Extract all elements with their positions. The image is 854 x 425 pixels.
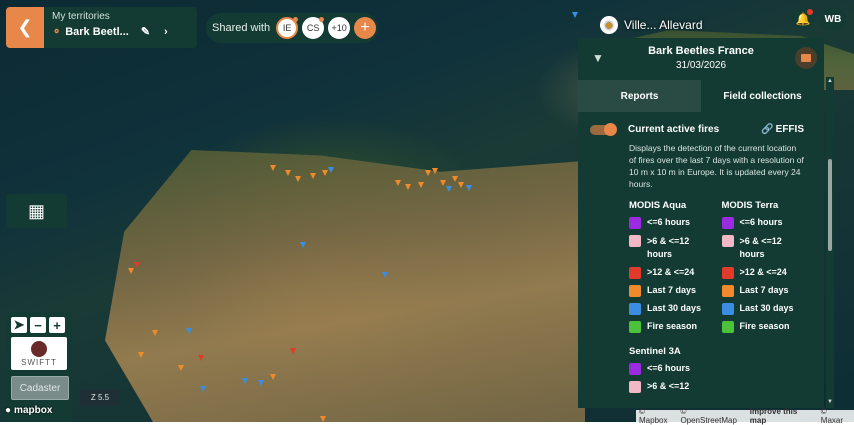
legend-item: Last 30 days xyxy=(721,303,815,315)
legend-item: Last 30 days xyxy=(629,303,722,315)
layers-icon: ▦ xyxy=(27,200,45,221)
legend-item: Fire season xyxy=(629,321,722,333)
legend-item: Last 7 days xyxy=(629,285,722,297)
user-menu[interactable]: WB xyxy=(820,7,846,31)
minimize-icon xyxy=(801,54,811,62)
place-pin-icon: ◆ xyxy=(600,16,618,34)
add-user-button[interactable]: + xyxy=(354,17,377,39)
collapse-panel-button[interactable] xyxy=(795,47,817,69)
legend-item: <=6 hours xyxy=(629,217,722,229)
layer-description: Displays the detection of the current lo… xyxy=(629,143,804,189)
panel-date: 31/03/2026 xyxy=(675,60,727,71)
zoom-level: Z 5.5 xyxy=(80,389,120,406)
territory-selector[interactable]: ❮ My territories ⚬ Bark Beetl... ✎ › xyxy=(6,7,197,48)
tab-field-collections[interactable]: Field collections xyxy=(701,80,824,112)
share-icon: ⚬ xyxy=(52,26,62,38)
legend-modis-terra: MODIS Terra <=6 hours >6 & <=12 hours >1… xyxy=(721,200,815,339)
tab-reports[interactable]: Reports xyxy=(578,80,701,112)
legend-item: <=6 hours xyxy=(721,217,815,229)
mapbox-icon: ● xyxy=(5,405,12,416)
legend-title: MODIS Aqua xyxy=(629,200,687,211)
maxar-attrib-link[interactable]: © Maxar xyxy=(821,407,851,425)
back-button[interactable]: ❮ xyxy=(6,7,44,48)
chevron-right-icon[interactable]: › xyxy=(164,26,168,38)
user-avatar-ie[interactable]: IE xyxy=(276,17,299,39)
scroll-thumb[interactable] xyxy=(828,159,832,251)
user-avatar-cs[interactable]: CS xyxy=(302,17,325,39)
legend-title: Sentinel 3A xyxy=(629,346,681,357)
layer-row-active-fires: Current active fires 🔗 EFFIS xyxy=(590,122,814,136)
swiftt-logo-icon xyxy=(31,340,47,357)
legend-item: >6 & <=12 hours xyxy=(721,235,815,261)
legend-item: >6 & <=12 hours xyxy=(629,235,722,261)
link-icon: 🔗 xyxy=(761,124,774,135)
filter-icon[interactable]: ▼ xyxy=(592,51,604,65)
territory-name-row: ⚬ Bark Beetl... ✎ › xyxy=(52,25,189,39)
notification-button[interactable]: 🔔 xyxy=(792,8,814,30)
scroll-down-icon[interactable]: ▼ xyxy=(827,399,833,405)
scroll-up-icon[interactable]: ▲ xyxy=(827,78,833,84)
swiftt-label: SWIFTT xyxy=(21,357,57,367)
legend-item: >6 & <=12 xyxy=(629,381,814,393)
layer-toggle[interactable] xyxy=(590,122,617,136)
layer-switcher-button[interactable]: ▦ xyxy=(6,194,67,228)
edit-icon[interactable]: ✎ xyxy=(141,25,150,38)
legend-item: >12 & <=24 xyxy=(721,267,815,279)
map-place-label[interactable]: ◆ Ville... Allevard xyxy=(600,16,703,34)
notification-dot xyxy=(807,9,813,15)
shared-with-label: Shared with xyxy=(212,22,271,34)
compass-button[interactable]: ➤ xyxy=(11,317,27,333)
improve-map-link[interactable]: Improve this map xyxy=(750,407,816,425)
mapbox-attrib-link[interactable]: © Mapbox xyxy=(639,407,675,425)
territory-label: My territories xyxy=(52,11,110,22)
panel-content: Current active fires 🔗 EFFIS Displays th… xyxy=(578,112,824,393)
panel-tabs: Reports Field collections xyxy=(578,80,824,112)
legend-item: Fire season xyxy=(721,321,815,333)
panel-scrollbar[interactable]: ▲ ▼ xyxy=(826,77,834,408)
layer-name: Current active fires xyxy=(628,124,720,135)
zoom-out-button[interactable]: − xyxy=(30,317,46,333)
place-name: Ville... Allevard xyxy=(624,18,703,32)
land-area xyxy=(105,150,585,422)
map-attribution: © Mapbox © OpenStreetMap Improve this ma… xyxy=(636,407,854,425)
osm-attrib-link[interactable]: © OpenStreetMap xyxy=(680,407,744,425)
swiftt-logo[interactable]: SWIFTT xyxy=(11,337,67,370)
legend-grid: MODIS Aqua <=6 hours >6 & <=12 hours >12… xyxy=(629,200,814,339)
zoom-in-button[interactable]: + xyxy=(49,317,65,333)
panel-title: Bark Beetles France xyxy=(648,45,754,57)
mapbox-logo[interactable]: ● mapbox xyxy=(5,405,52,416)
cadastre-button[interactable]: Cadaster xyxy=(11,376,69,400)
shared-with-bar: Shared with IE CS +10 + xyxy=(206,13,378,43)
panel-header: ▼ Bark Beetles France 31/03/2026 xyxy=(578,38,824,80)
legend-item: >12 & <=24 xyxy=(629,267,722,279)
legend-item: Last 7 days xyxy=(721,285,815,297)
legend-title: MODIS Terra xyxy=(721,200,779,211)
user-avatar-more[interactable]: +10 xyxy=(328,17,351,39)
territory-name: Bark Beetl... xyxy=(65,25,129,38)
layer-panel: ▼ Bark Beetles France 31/03/2026 Reports… xyxy=(578,38,824,408)
legend-item: <=6 hours xyxy=(629,363,814,375)
legend-sentinel-3a: Sentinel 3A <=6 hours >6 & <=12 xyxy=(629,346,814,393)
legend-modis-aqua: MODIS Aqua <=6 hours >6 & <=12 hours >12… xyxy=(629,200,722,339)
effis-link[interactable]: 🔗 EFFIS xyxy=(761,124,804,135)
globe-back-icon: ❮ xyxy=(17,17,33,37)
territory-info: My territories ⚬ Bark Beetl... ✎ › xyxy=(44,7,197,48)
